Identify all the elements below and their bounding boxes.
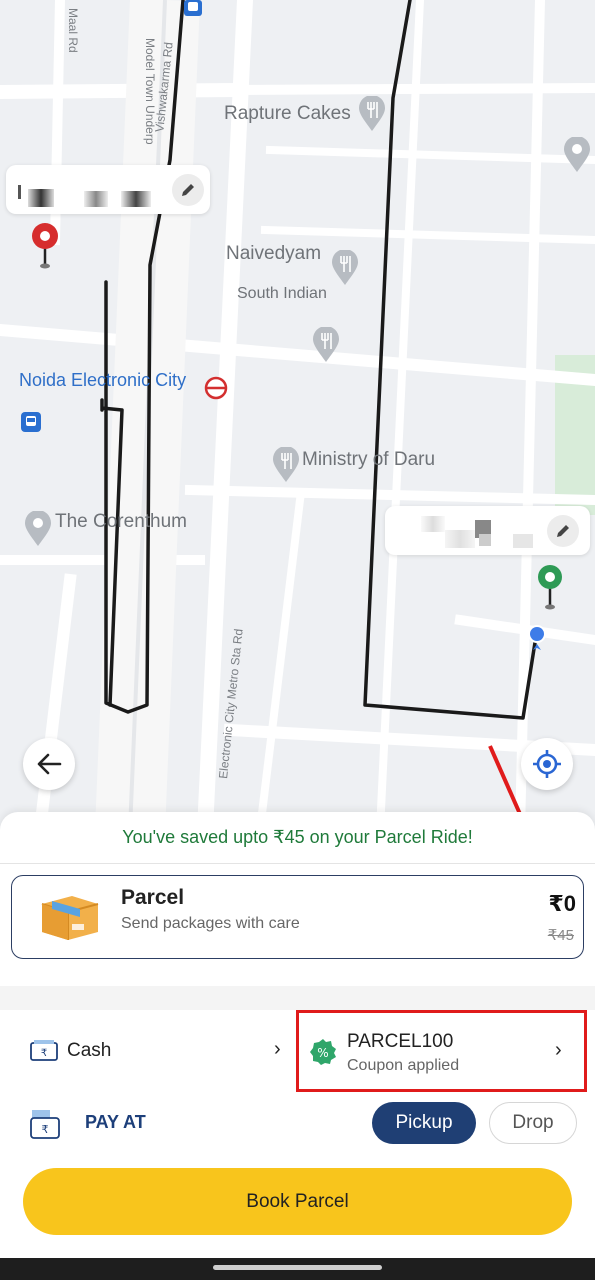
edit-drop-button[interactable] xyxy=(547,515,579,547)
coupon-status: Coupon applied xyxy=(347,1057,460,1074)
coupon-code: PARCEL100 xyxy=(347,1031,454,1052)
home-gesture-handle[interactable] xyxy=(213,1265,382,1270)
place-label[interactable]: Ministry of Daru xyxy=(302,449,435,471)
svg-text:%: % xyxy=(317,1046,328,1060)
parcel-service-option[interactable]: Parcel Send packages with care ₹0 ₹45 xyxy=(11,875,584,959)
pay-at-drop-toggle[interactable]: Drop xyxy=(489,1102,577,1144)
service-price: ₹0 xyxy=(548,891,576,916)
arrow-left-icon xyxy=(37,753,62,775)
service-name: Parcel xyxy=(121,886,185,909)
metro-station-icon[interactable] xyxy=(204,376,228,400)
section-separator xyxy=(0,986,595,1010)
place-pin-icon[interactable] xyxy=(563,137,591,173)
fork-knife-icon[interactable] xyxy=(358,96,386,132)
service-subtitle: Send packages with care xyxy=(121,915,300,932)
pencil-icon xyxy=(182,184,194,196)
redacted-text xyxy=(513,534,533,548)
bus-stop-icon[interactable] xyxy=(21,412,41,432)
coupon-selector[interactable]: % PARCEL100 Coupon applied › xyxy=(296,1010,587,1092)
redacted-text xyxy=(445,530,475,548)
chevron-right-icon: › xyxy=(274,1038,281,1060)
payment-row: ₹ Cash › % PARCEL100 Coupon applied › xyxy=(0,1010,595,1092)
fork-knife-icon[interactable] xyxy=(272,447,300,483)
fork-knife-icon[interactable] xyxy=(331,250,359,286)
redacted-text xyxy=(421,516,445,532)
pencil-icon xyxy=(557,525,569,537)
place-sublabel: South Indian xyxy=(237,285,327,302)
payment-method-selector[interactable]: ₹ Cash › xyxy=(0,1010,296,1092)
redacted-text xyxy=(84,191,108,207)
current-location-dot-icon xyxy=(528,625,546,650)
pickup-address-card[interactable] xyxy=(6,165,210,214)
locate-me-button[interactable] xyxy=(521,738,573,790)
redacted-text xyxy=(479,534,491,546)
edit-pickup-button[interactable] xyxy=(172,174,204,206)
bus-stop-icon[interactable] xyxy=(184,0,202,16)
discount-badge-icon: % xyxy=(310,1039,336,1065)
pay-at-pickup-toggle[interactable]: Pickup xyxy=(372,1102,476,1144)
red-location-pin-icon[interactable] xyxy=(30,222,60,270)
place-label[interactable]: Rapture Cakes xyxy=(224,103,351,125)
redacted-text xyxy=(18,185,21,199)
map-view[interactable]: Maal Rd Model Town Underp Vishwakarma Rd… xyxy=(0,0,595,830)
savings-banner: You've saved upto ₹45 on your Parcel Rid… xyxy=(122,827,473,847)
pay-at-label: PAY AT xyxy=(85,1112,146,1132)
svg-text:₹: ₹ xyxy=(41,1048,47,1059)
crosshair-icon xyxy=(533,750,561,778)
back-button[interactable] xyxy=(23,738,75,790)
chevron-right-icon: › xyxy=(555,1039,562,1061)
redacted-text xyxy=(28,189,54,207)
parcel-box-icon xyxy=(41,896,99,940)
street-label: Maal Rd xyxy=(66,8,80,53)
cash-icon: ₹ xyxy=(30,1040,58,1061)
svg-text:₹: ₹ xyxy=(42,1123,49,1136)
service-original-price: ₹45 xyxy=(547,927,574,944)
payment-method-label: Cash xyxy=(67,1040,112,1061)
place-label[interactable]: Naivedyam xyxy=(226,243,321,265)
transit-label[interactable]: Noida Electronic City xyxy=(19,370,186,391)
place-pin-icon[interactable] xyxy=(24,511,52,547)
redacted-text xyxy=(121,191,151,207)
book-parcel-button[interactable]: Book Parcel xyxy=(23,1168,572,1235)
place-label[interactable]: The Corenthum xyxy=(55,511,187,533)
green-location-pin-icon[interactable] xyxy=(536,563,564,611)
divider xyxy=(0,863,595,864)
fork-knife-icon[interactable] xyxy=(312,327,340,363)
drop-address-card[interactable] xyxy=(385,506,590,555)
pay-at-icon: ₹ xyxy=(30,1110,60,1139)
